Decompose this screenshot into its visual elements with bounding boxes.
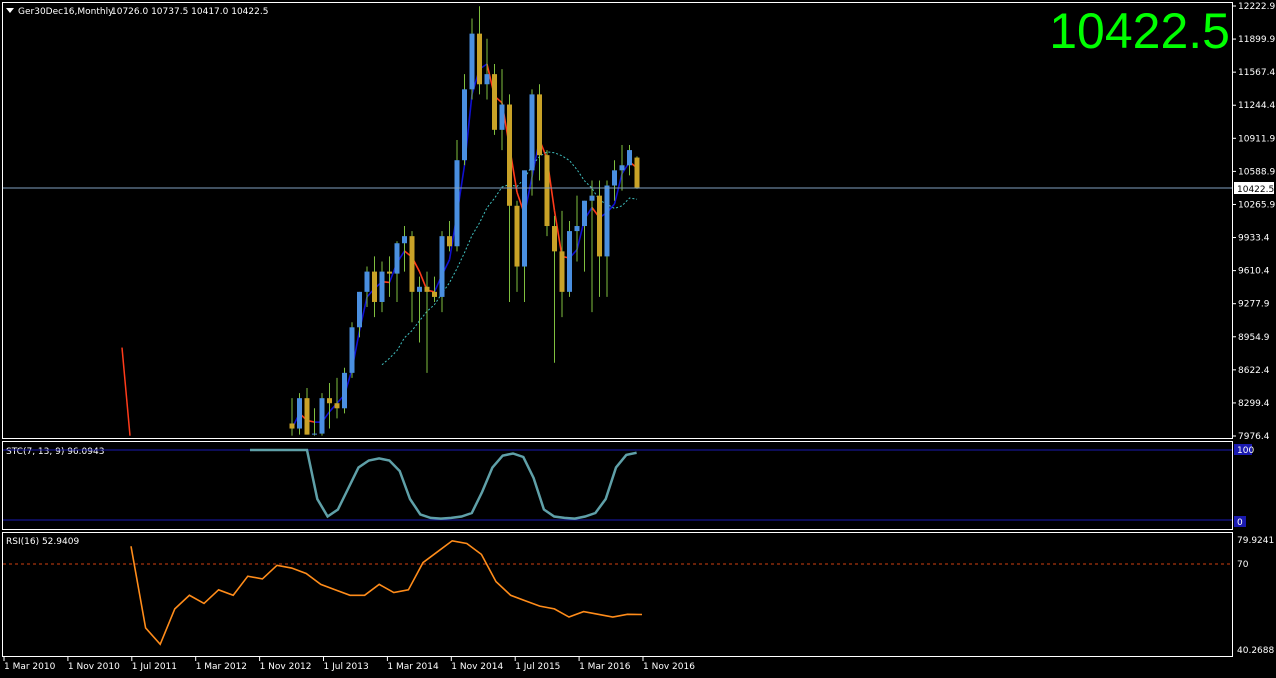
candle-bear <box>289 423 295 429</box>
time-axis: 1 Mar 2010 1 Nov 2010 1 Jul 2011 1 Mar 2012… <box>3 657 695 672</box>
price-tick-label: 11244.4 <box>1238 101 1275 111</box>
price-tick-label: 10265.9 <box>1238 200 1275 210</box>
ohlc-values: 10726.0 10737.5 10417.0 10422.5 <box>111 7 268 17</box>
rsi-label: RSI(16) 52.9409 <box>6 537 79 547</box>
time-tick-label: 1 Jul 2011 <box>132 662 177 672</box>
candle-bull <box>379 271 385 302</box>
candle-bull <box>574 226 580 232</box>
candle-bull <box>297 398 302 429</box>
rsi-line <box>130 539 643 646</box>
candle-bull <box>604 185 610 257</box>
candle-bear <box>492 74 497 130</box>
candle-bear <box>424 286 430 292</box>
price-tick-label: 10911.9 <box>1238 134 1275 144</box>
candle-bear <box>552 226 557 252</box>
rsi-pane-frame <box>2 532 1233 657</box>
candle-bull <box>484 74 490 85</box>
price-tick-label: 8299.4 <box>1238 399 1270 409</box>
price-tick-label: 10588.9 <box>1238 167 1275 177</box>
candle-bull <box>627 150 632 166</box>
candle-bear <box>334 403 340 409</box>
candle-bull <box>394 243 400 274</box>
moving-averages <box>121 63 638 436</box>
time-tick-label: 1 Mar 2010 <box>4 662 56 672</box>
candle-bull <box>319 398 325 434</box>
candle-bull <box>619 165 625 171</box>
stc-line <box>250 448 637 520</box>
time-tick-label: 1 Nov 2010 <box>68 662 120 672</box>
time-tick-label: 1 Nov 2014 <box>451 662 503 672</box>
candle-bull <box>402 236 407 244</box>
stc-indicator <box>250 448 637 520</box>
main-pane-frame <box>2 2 1233 439</box>
rsi-tick-top: 79.9241 <box>1237 536 1274 546</box>
candle-bull <box>417 286 422 292</box>
symbol-title: Ger30Dec16,Monthly <box>18 7 114 17</box>
candle-bear <box>447 236 452 247</box>
time-tick-label: 1 Jul 2013 <box>324 662 369 672</box>
candle-bear <box>634 157 640 189</box>
candle-bear <box>597 195 602 257</box>
price-tick-label: 11899.9 <box>1238 35 1275 45</box>
stc-level-0-label: 0 <box>1237 518 1243 528</box>
candle-bear <box>477 33 482 85</box>
price-tick-label: 9610.4 <box>1238 267 1270 277</box>
candle-bull <box>499 104 505 130</box>
candle-bear <box>409 236 415 292</box>
candle-bull <box>342 372 347 409</box>
big-price: 10422.5 <box>1049 3 1230 59</box>
time-tick-label: 1 Nov 2012 <box>260 662 312 672</box>
candle-bull <box>529 94 535 171</box>
time-tick-label: 1 Mar 2012 <box>196 662 247 672</box>
time-tick-label: 1 Mar 2014 <box>387 662 439 672</box>
candle-bear <box>559 251 565 292</box>
candle-bear <box>544 155 550 227</box>
candle-bear <box>507 104 512 206</box>
candle-bull <box>462 89 467 161</box>
price-tick-label: 7976.4 <box>1238 432 1270 442</box>
dropdown-arrow-icon[interactable] <box>6 8 14 13</box>
ma-fragment <box>121 347 131 436</box>
price-tick-label: 11567.4 <box>1238 68 1275 78</box>
time-tick-label: 1 Nov 2016 <box>643 662 695 672</box>
candle-bear <box>432 291 437 297</box>
stc-label: STC(7, 13, 9) 96.0943 <box>6 447 104 457</box>
candle-bear <box>372 271 377 302</box>
chart-canvas: Ger30Dec16,Monthly 10726.0 10737.5 10417… <box>2 2 1275 672</box>
price-tick-label: 12222.9 <box>1238 2 1275 12</box>
candle-bear <box>537 94 542 156</box>
price-tick-label: 8622.4 <box>1238 366 1270 376</box>
time-tick-label: 1 Mar 2016 <box>579 662 631 672</box>
candle-bull <box>364 271 370 292</box>
rsi-indicator <box>130 539 643 646</box>
candle-bear <box>327 398 332 404</box>
candle-bear <box>304 398 310 435</box>
candle-bear <box>514 205 520 267</box>
candle-bull <box>522 170 527 267</box>
price-tick-label: 8954.9 <box>1238 333 1270 343</box>
stc-pane-frame <box>2 441 1233 530</box>
candle-bear <box>387 271 392 274</box>
candle-bull <box>567 231 572 292</box>
price-axis: 12222.9 11899.9 11567.4 11244.4 10911.9 10588… <box>1232 2 1275 442</box>
candle-bull <box>469 33 475 90</box>
candle-bull <box>589 195 595 201</box>
price-tick-label: 9933.4 <box>1238 234 1270 244</box>
rsi-tick-70: 70 <box>1237 560 1249 570</box>
rsi-tick-bottom: 40.2688 <box>1237 646 1274 656</box>
candle-bull <box>582 200 587 227</box>
candle-bull <box>454 160 460 247</box>
candle-bull <box>612 170 617 186</box>
candles <box>289 6 640 436</box>
candle-bull <box>312 433 317 435</box>
current-price-label: 10422.5 <box>1237 185 1274 195</box>
candle-bull <box>357 291 362 328</box>
candle-bull <box>439 236 445 297</box>
time-tick-label: 1 Jul 2015 <box>515 662 560 672</box>
price-tick-label: 9277.9 <box>1238 300 1270 310</box>
stc-level-100-label: 100 <box>1237 446 1254 456</box>
candle-bull <box>349 327 355 373</box>
